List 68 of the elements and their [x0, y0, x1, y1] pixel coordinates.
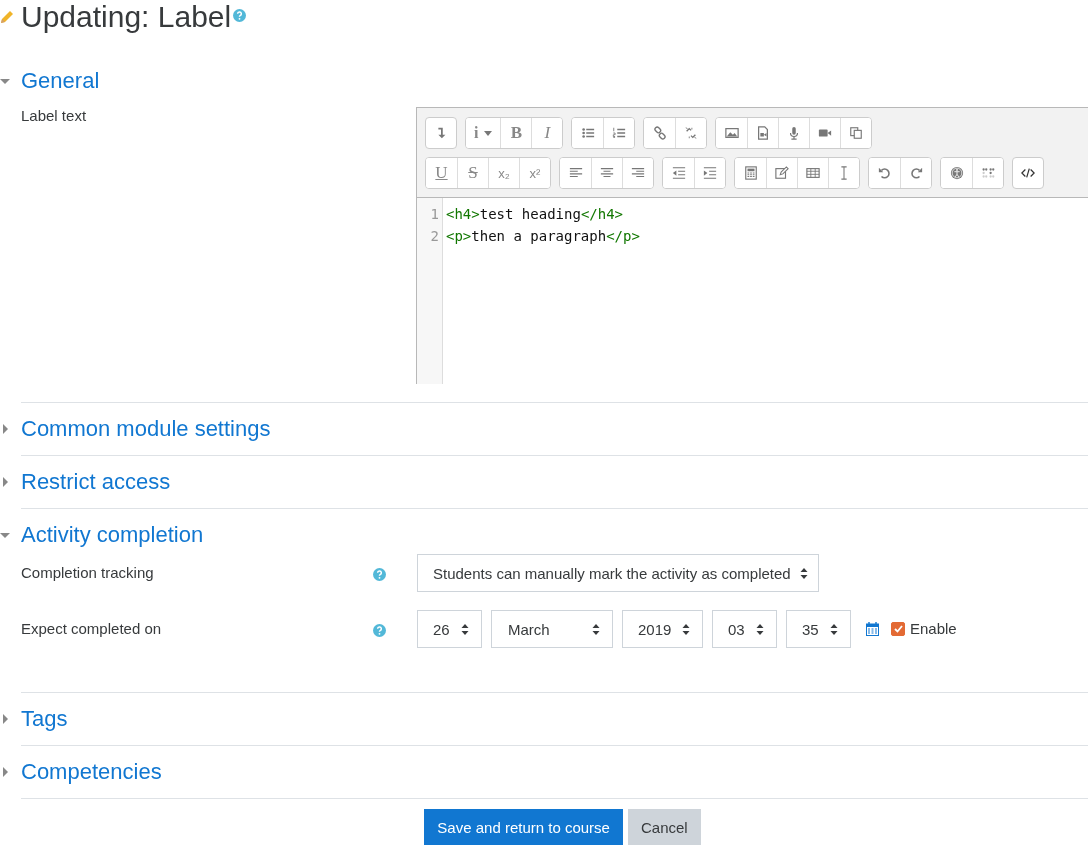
code-button[interactable] [1012, 157, 1044, 189]
sort-arrows-icon [682, 623, 690, 635]
superscript-button[interactable]: x² [519, 158, 550, 188]
bullet-list-icon [580, 126, 595, 140]
code-line: <p>then a paragraph</p> [446, 227, 640, 246]
dropdown[interactable]: March [491, 610, 613, 648]
sort-arrows-icon [592, 623, 600, 635]
cursor-button[interactable] [828, 158, 859, 188]
dots-button[interactable] [972, 158, 1003, 188]
align-left-icon [568, 166, 583, 180]
dropdown[interactable]: 2019 [622, 610, 703, 648]
calendar-icon[interactable] [866, 622, 879, 636]
text-editor[interactable]: i B I U S x₂ x² 1 2 <h4>test heading</h4> <p>then a paragraph</p> [416, 107, 1088, 384]
outdent-icon [671, 166, 686, 180]
dropdown[interactable]: 03 [712, 610, 777, 648]
italic-button[interactable]: I [531, 118, 563, 148]
numbers-button[interactable] [603, 118, 635, 148]
code-line: <h4>test heading</h4> [446, 205, 625, 224]
save-button[interactable]: Save and return to course [424, 809, 623, 845]
section-link[interactable]: Restrict access [21, 469, 171, 495]
copy-button[interactable] [840, 118, 872, 148]
line-number: 2 [429, 227, 440, 246]
field-label: Completion tracking [20, 563, 155, 583]
collapse-button[interactable] [425, 117, 457, 149]
calculator-icon [743, 166, 758, 180]
undo-icon [877, 166, 892, 180]
help-icon [373, 568, 386, 581]
table-icon [806, 166, 820, 180]
page-title: Updating: Label [21, 0, 232, 34]
checkbox-label: Enable [910, 620, 957, 637]
section-link[interactable]: Tags [21, 706, 68, 732]
align-right-button[interactable] [622, 158, 653, 188]
numbered-list-icon [612, 126, 627, 140]
cancel-button[interactable]: Cancel [627, 809, 701, 845]
accessibility-icon [949, 166, 964, 180]
checkbox[interactable] [891, 622, 905, 636]
image-icon [724, 126, 739, 140]
copy-icon [849, 126, 864, 140]
section-link[interactable]: Activity completion [21, 522, 204, 548]
dot-grid-icon [981, 166, 995, 180]
help-icon [233, 9, 247, 22]
link-icon [652, 126, 667, 140]
line-number: 1 [429, 205, 440, 224]
sort-arrows-icon [830, 623, 838, 635]
section-link[interactable]: Common module settings [21, 416, 271, 442]
redo-icon [909, 166, 923, 180]
sort-arrows-icon [800, 567, 808, 579]
section-link[interactable]: Competencies [21, 759, 162, 785]
align-center-icon [600, 166, 614, 180]
field-label: Label text [20, 106, 88, 126]
dropdown[interactable]: 35 [786, 610, 851, 648]
pencil-icon [775, 166, 789, 180]
caret-down-icon [484, 130, 493, 136]
help-icon [373, 624, 386, 637]
unlink-button[interactable] [675, 118, 707, 148]
field-label: Expect completed on [20, 619, 163, 637]
code-icon [1021, 166, 1035, 180]
pencil-icon [0, 10, 14, 24]
sort-arrows-icon [756, 623, 764, 635]
section-link[interactable]: General [21, 68, 100, 94]
indent-icon [703, 166, 717, 180]
media-file-icon [756, 126, 771, 140]
indent-button[interactable] [694, 158, 725, 188]
dropdown[interactable]: 26 [417, 610, 482, 648]
dropdown[interactable]: Students can manually mark the activity as completed [417, 554, 819, 592]
sort-arrows-icon [461, 623, 469, 635]
align-right-icon [631, 166, 645, 180]
redo-button[interactable] [900, 158, 931, 188]
